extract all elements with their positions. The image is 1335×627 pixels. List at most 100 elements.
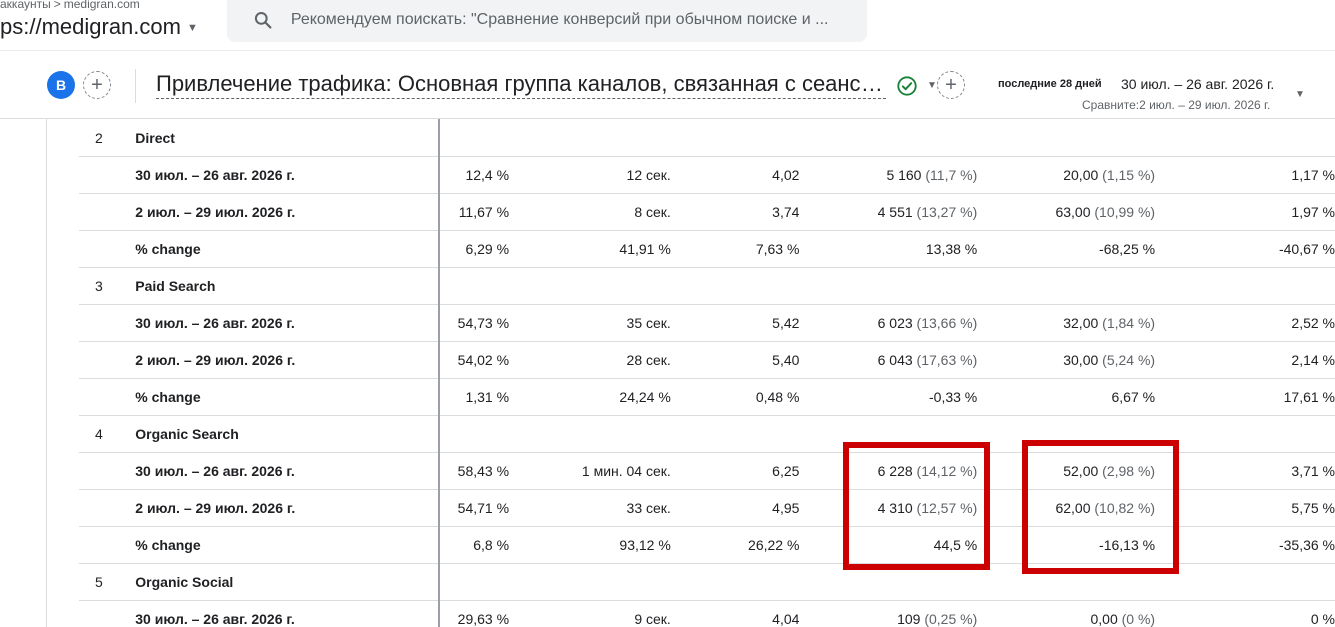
top-bar: аккаунты > medigran.com ps://medigran.com …: [0, 0, 1335, 51]
empty-cell: [440, 563, 510, 601]
empty-cell: [670, 267, 800, 305]
empty-cell: [670, 120, 800, 157]
property-selector[interactable]: ps://medigran.com ▼: [0, 14, 198, 40]
metric-cell: 28 сек.: [509, 341, 671, 379]
metric-cell: 54,71 %: [440, 489, 510, 527]
metric-cell: 8 сек.: [509, 193, 671, 231]
empty-cell: [509, 267, 671, 305]
report-title[interactable]: Привлечение трафика: Основная группа кан…: [156, 71, 886, 99]
search-placeholder: Рекомендуем поискать: "Сравнение конверс…: [290, 11, 829, 28]
breadcrumb-child[interactable]: medigran.com: [64, 0, 140, 11]
metric-share: (17,63 %): [916, 352, 978, 368]
metric-cell: -40,67 %: [1155, 230, 1335, 268]
breadcrumb-separator: >: [53, 0, 61, 11]
row-index: [79, 452, 136, 490]
row-index: [79, 230, 136, 268]
metric-value: 6 023: [877, 315, 913, 331]
metric-share: (10,99 %): [1094, 204, 1156, 220]
metric-cell: 29,63 %: [440, 600, 510, 627]
channel-name[interactable]: Direct: [135, 120, 441, 157]
table-group-row: 3 Paid Search: [79, 267, 1335, 305]
row-index: [79, 193, 136, 231]
metric-share: (13,27 %): [916, 204, 978, 220]
channel-name[interactable]: Organic Social: [135, 563, 441, 601]
empty-cell: [670, 415, 800, 453]
table-row: % change 1,31 % 24,24 % 0,48 % -0,33 % 6,67 %…: [79, 378, 1335, 416]
metric-cell: 11,67 %: [440, 193, 510, 231]
add-segment-button[interactable]: +: [83, 71, 111, 99]
row-index: [79, 600, 136, 627]
metric-share: (0 %): [1121, 611, 1156, 627]
channel-name[interactable]: Paid Search: [135, 267, 441, 305]
metric-cell: 17,61 %: [1155, 378, 1335, 416]
metric-cell: 5,40: [670, 341, 800, 379]
metric-cell: 2,52 %: [1155, 304, 1335, 342]
table-row: % change 6,29 % 41,91 % 7,63 % 13,38 % -68,25…: [79, 230, 1335, 268]
channel-name[interactable]: Organic Search: [135, 415, 441, 453]
row-label: 2 июл. – 29 июл. 2026 г.: [135, 193, 441, 231]
empty-cell: [670, 563, 800, 601]
metric-cell: 93,12 %: [509, 526, 671, 564]
row-label: 2 июл. – 29 июл. 2026 г.: [135, 341, 441, 379]
metric-cell: 3,74: [670, 193, 800, 231]
metric-share: (0,25 %): [924, 611, 978, 627]
metric-value: 109: [897, 611, 921, 627]
metric-cell: 4,04: [670, 600, 800, 627]
search-icon: [254, 11, 272, 29]
metric-cell: 54,02 %: [440, 341, 510, 379]
chevron-down-icon[interactable]: ▼: [927, 80, 937, 91]
date-range[interactable]: 30 июл. – 26 авг. 2026 г.: [1121, 76, 1274, 92]
add-comparison-button[interactable]: +: [937, 71, 965, 99]
row-index: 2: [79, 120, 136, 157]
empty-cell: [509, 563, 671, 601]
metric-value: 6 043: [877, 352, 913, 368]
property-name: ps://medigran.com: [0, 14, 181, 39]
compare-range[interactable]: Сравните:2 июл. – 29 июл. 2026 г.: [1082, 98, 1270, 112]
breadcrumb[interactable]: аккаунты > medigran.com: [0, 0, 140, 11]
metric-cell: 20,00 (1,15 %): [977, 156, 1156, 194]
empty-cell: [509, 415, 671, 453]
metric-value: -0,33 %: [929, 389, 978, 405]
row-index: 4: [79, 415, 136, 453]
metric-value: 30,00: [1063, 352, 1099, 368]
metric-cell: 1,31 %: [440, 378, 510, 416]
empty-cell: [1155, 267, 1335, 305]
empty-cell: [1155, 415, 1335, 453]
metric-cell: -0,33 %: [799, 378, 978, 416]
metric-cell: 0 %: [1155, 600, 1335, 627]
table-row: 2 июл. – 29 июл. 2026 г. 54,02 % 28 сек. 5,…: [79, 341, 1335, 379]
metric-cell: 54,73 %: [440, 304, 510, 342]
metric-cell: 6 023 (13,66 %): [799, 304, 978, 342]
metric-value: 0,00: [1090, 611, 1118, 627]
metric-value: 4 551: [877, 204, 913, 220]
row-label: 2 июл. – 29 июл. 2026 г.: [135, 489, 441, 527]
metric-cell: -35,36 %: [1155, 526, 1335, 564]
empty-cell: [1155, 563, 1335, 601]
metric-cell: 12,4 %: [440, 156, 510, 194]
table-group-row: 2 Direct: [79, 120, 1335, 157]
row-index: [79, 156, 136, 194]
metric-cell: 5,75 %: [1155, 489, 1335, 527]
metric-value: 32,00: [1063, 315, 1099, 331]
metric-cell: 6,25: [670, 452, 800, 490]
metric-cell: 1,17 %: [1155, 156, 1335, 194]
metric-cell: 63,00 (10,99 %): [977, 193, 1156, 231]
metric-cell: 12 сек.: [509, 156, 671, 194]
check-circle-icon[interactable]: [896, 75, 918, 97]
metric-cell: 6,8 %: [440, 526, 510, 564]
date-range-label[interactable]: последние 28 дней: [998, 78, 1102, 90]
breadcrumb-parent[interactable]: аккаунты: [0, 0, 51, 11]
row-label: % change: [135, 526, 441, 564]
row-label: 30 июл. – 26 авг. 2026 г.: [135, 156, 441, 194]
empty-cell: [799, 120, 978, 157]
chevron-down-icon[interactable]: ▼: [1295, 89, 1305, 100]
empty-cell: [440, 267, 510, 305]
empty-cell: [509, 120, 671, 157]
column-divider: [438, 119, 440, 627]
metric-cell: 4,95: [670, 489, 800, 527]
row-index: 5: [79, 563, 136, 601]
segment-avatar[interactable]: B: [47, 71, 75, 99]
metric-cell: 33 сек.: [509, 489, 671, 527]
search-bar[interactable]: Рекомендуем поискать: "Сравнение конверс…: [227, 0, 867, 42]
metric-cell: 4 551 (13,27 %): [799, 193, 978, 231]
